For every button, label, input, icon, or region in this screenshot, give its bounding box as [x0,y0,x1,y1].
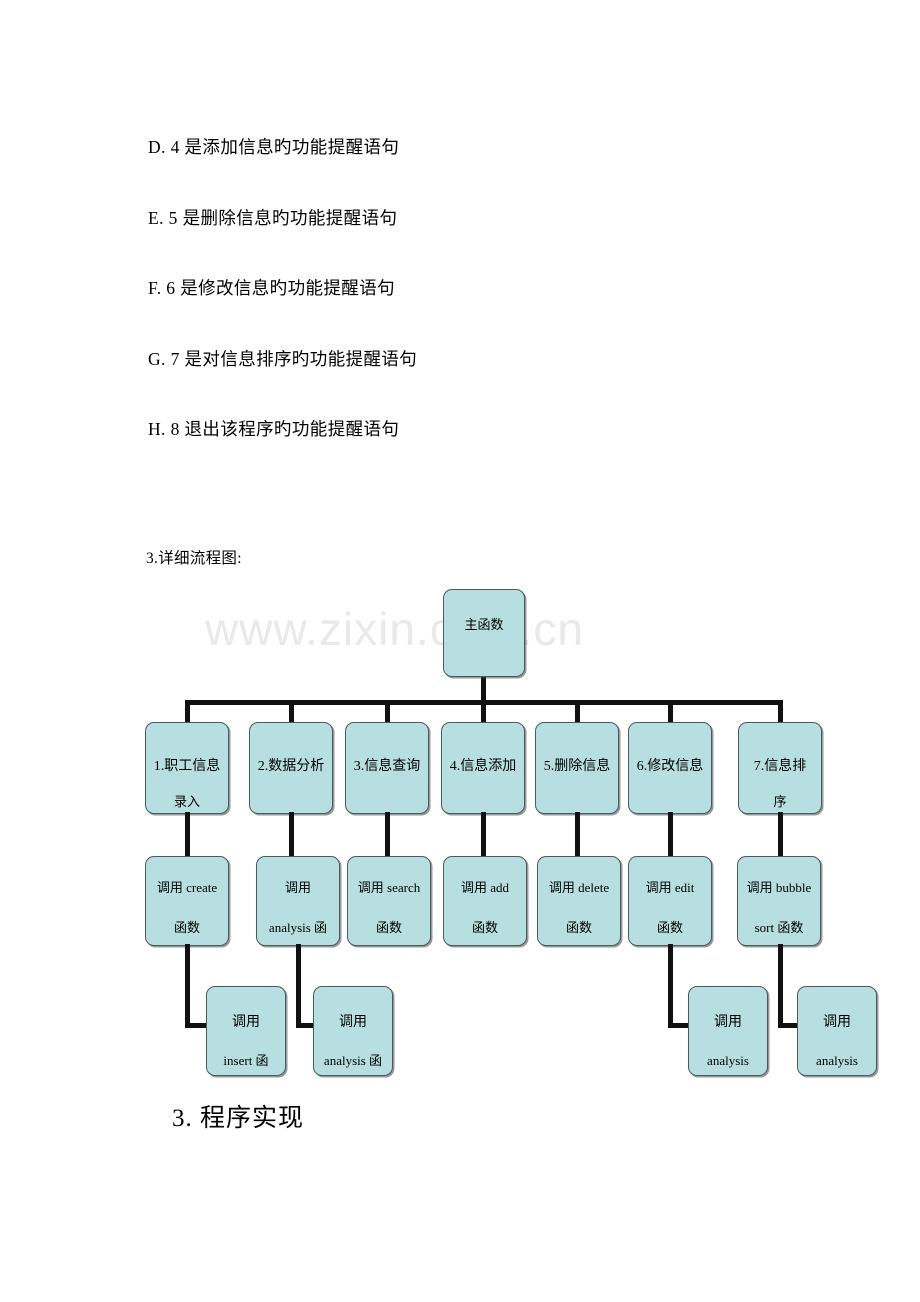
connector-bus-to-node1 [185,700,190,724]
flow-node-1[interactable]: 1.职工信息 录入 [145,722,229,814]
list-item: D. 4 是添加信息旳功能提醒语句 [148,137,400,157]
list-item: G. 7 是对信息排序旳功能提醒语句 [148,348,418,369]
flow-node-label: 调用 edit [645,880,695,895]
connector-bus-to-node6 [668,700,673,724]
flow-node-label: 5.删除信息 [543,759,611,774]
flow-node-label-2: analysis 函 [323,1053,383,1068]
subcall-node-analysis-2[interactable]: 调用 analysis [688,986,768,1076]
list-item: E. 5 是删除信息旳功能提醒语句 [148,207,398,228]
flow-node-label: 调用 add [460,880,510,895]
flow-node-6[interactable]: 6.修改信息 [628,722,712,814]
flow-node-label: 调用 create [156,880,218,895]
flow-node-label: 调用 bubble [746,880,812,895]
subcall-node-insert[interactable]: 调用 insert 函 [206,986,286,1076]
flow-node-4[interactable]: 4.信息添加 [441,722,525,814]
connector-node4-to-call4 [481,812,486,858]
flow-node-label-2: 录入 [173,794,200,809]
connector-bus-to-node2 [289,700,294,724]
flow-node-label-2: analysis [816,1053,858,1068]
flow-node-label-2: 函数 [565,920,592,935]
flow-node-label-2: analysis [707,1053,749,1068]
call-node-create[interactable]: 调用 create 函数 [145,856,229,946]
flow-node-label: 调用 [284,880,311,895]
flow-node-label-2: analysis 函 [268,920,328,935]
connector-node5-to-call5 [575,812,580,858]
call-node-bubblesort[interactable]: 调用 bubble sort 函数 [737,856,821,946]
flow-node-label: 调用 [714,1015,742,1030]
connector-node6-to-call6 [668,812,673,858]
flow-node-label-2: sort 函数 [754,920,804,935]
flow-node-label: 调用 [823,1015,851,1030]
flow-node-label: 调用 [339,1015,367,1030]
connector-analysis-to-analysis-v [296,944,301,1028]
call-node-analysis[interactable]: 调用 analysis 函 [256,856,340,946]
flow-node-label: 调用 search [357,880,421,895]
flow-node-2[interactable]: 2.数据分析 [249,722,333,814]
subcall-node-analysis-3[interactable]: 调用 analysis [797,986,877,1076]
connector-node7-to-call7 [778,812,783,858]
connector-create-to-insert-v [185,944,190,1028]
flow-node-label-2: 函数 [375,920,402,935]
flow-node-label: 主函数 [464,617,504,632]
statement-list: D. 4 是添加信息旳功能提醒语句 E. 5 是删除信息旳功能提醒语句 F. 6… [148,137,788,492]
connector-bus-to-node3 [385,700,390,724]
flow-node-label: 1.职工信息 [153,759,221,774]
call-node-add[interactable]: 调用 add 函数 [443,856,527,946]
connector-edit-to-analysis-v [668,944,673,1028]
subcall-node-analysis-1[interactable]: 调用 analysis 函 [313,986,393,1076]
connector-bus-to-node7 [778,700,783,724]
flow-node-label: 3.信息查询 [353,759,421,774]
call-node-search[interactable]: 调用 search 函数 [347,856,431,946]
flow-node-label: 调用 [232,1015,260,1030]
document-page: www.zixin.com.cn D. 4 是添加信息旳功能提醒语句 E. 5 … [0,0,920,1302]
implementation-heading: 3. 程序实现 [172,1105,305,1132]
flow-node-5[interactable]: 5.删除信息 [535,722,619,814]
flow-node-label: 7.信息排 [753,759,807,774]
call-node-edit[interactable]: 调用 edit 函数 [628,856,712,946]
flow-node-label-2: 函数 [471,920,498,935]
flow-node-root[interactable]: 主函数 [443,589,525,677]
flow-node-label: 调用 delete [548,880,610,895]
flow-node-3[interactable]: 3.信息查询 [345,722,429,814]
flow-node-label-2: 函数 [656,920,683,935]
connector-node3-to-call3 [385,812,390,858]
connector-bus-to-node5 [575,700,580,724]
flow-node-label-2: insert 函 [223,1053,269,1068]
connector-bubblesort-to-analysis-v [778,944,783,1028]
connector-node1-to-call1 [185,812,190,858]
list-item: F. 6 是修改信息旳功能提醒语句 [148,278,396,298]
connector-root-stem [481,676,486,702]
flowchart-heading: 3.详细流程图: [146,550,242,567]
flow-node-label: 6.修改信息 [636,759,704,774]
flow-node-label: 2.数据分析 [257,759,325,774]
flow-node-label-2: 序 [773,794,787,809]
connector-node2-to-call2 [289,812,294,858]
list-item: H. 8 退出该程序旳功能提醒语句 [148,419,400,439]
call-node-delete[interactable]: 调用 delete 函数 [537,856,621,946]
flow-node-label: 4.信息添加 [449,759,517,774]
connector-bus-to-node4 [481,700,486,724]
flow-node-7[interactable]: 7.信息排 序 [738,722,822,814]
flow-node-label-2: 函数 [173,920,200,935]
